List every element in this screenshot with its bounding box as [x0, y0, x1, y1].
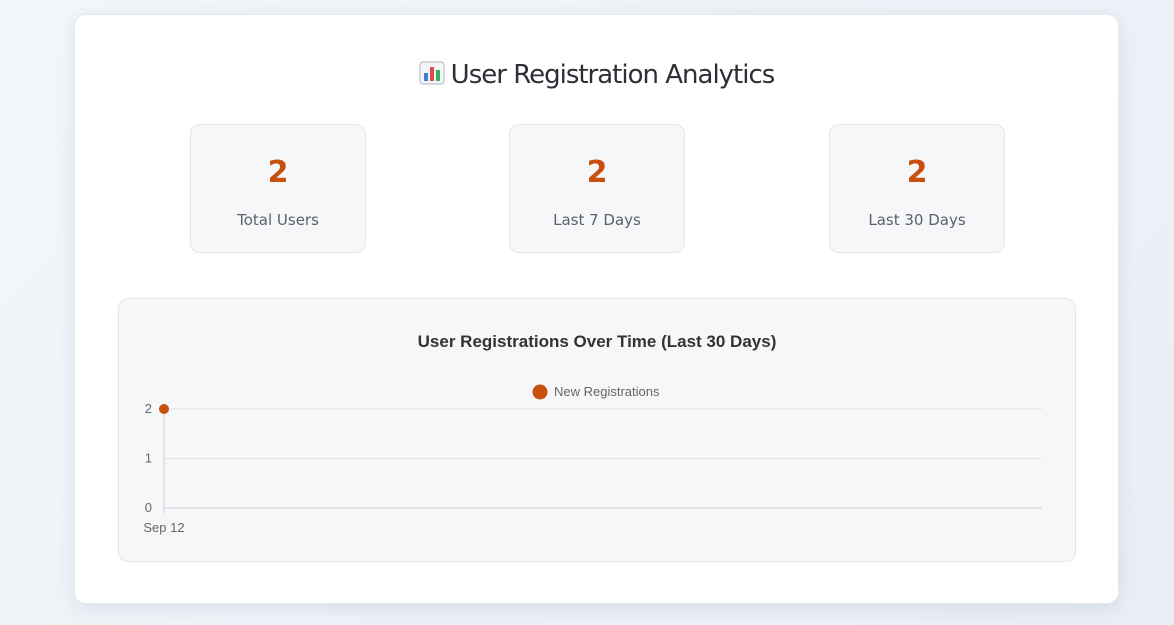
y-tick-label: 2 — [145, 401, 152, 416]
stat-value: 2 — [267, 155, 289, 190]
registrations-chart: User Registrations Over Time (Last 30 Da… — [143, 332, 1042, 535]
legend-marker — [532, 384, 548, 400]
x-tick-label: Sep 12 — [143, 520, 184, 535]
page-title-text: User Registration Analytics — [450, 60, 776, 90]
chart-panel: User Registrations Over Time (Last 30 Da… — [118, 298, 1076, 562]
analytics-card: User Registration Analytics 2 Total User… — [74, 14, 1119, 604]
y-tick-label: 0 — [145, 500, 152, 515]
data-point — [159, 404, 169, 414]
stat-card-last-30-days: 2 Last 30 Days — [829, 124, 1005, 253]
page-title: User Registration Analytics — [75, 57, 1118, 93]
stat-card-last-7-days: 2 Last 7 Days — [509, 124, 685, 253]
stat-value: 2 — [906, 155, 928, 190]
legend-label: New Registrations — [554, 384, 660, 399]
chart-title: User Registrations Over Time (Last 30 Da… — [418, 332, 777, 351]
y-tick-label: 1 — [145, 451, 152, 466]
stat-card-total-users: 2 Total Users — [190, 124, 366, 253]
stat-label: Last 7 Days — [553, 211, 641, 229]
bar-chart-emoji-icon — [419, 61, 445, 85]
stat-label: Total Users — [237, 211, 319, 229]
stat-label: Last 30 Days — [868, 211, 966, 229]
stat-value: 2 — [586, 155, 608, 190]
